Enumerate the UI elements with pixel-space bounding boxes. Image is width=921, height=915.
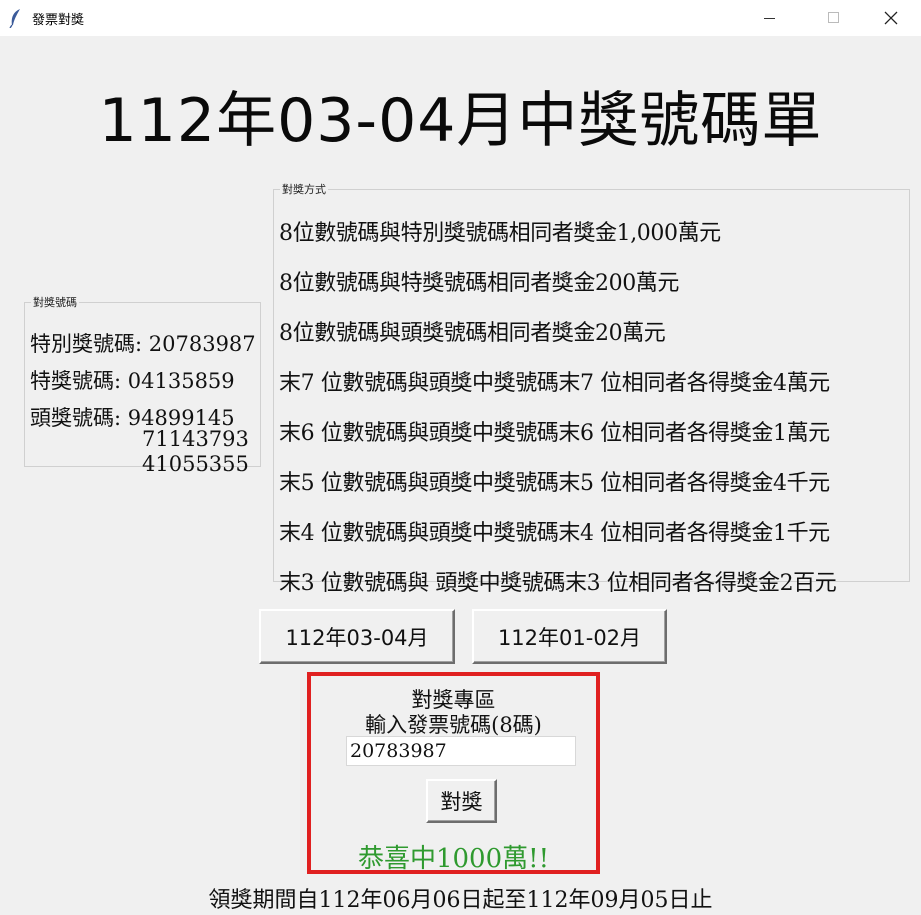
rule-item: 末4 位數號碼與頭獎中獎號碼末4 位相同者各得獎金1千元: [279, 521, 830, 546]
minimize-icon[interactable]: [738, 0, 784, 36]
rule-item: 末3 位數號碼與 頭獎中獎號碼末3 位相同者各得獎金2百元: [279, 571, 837, 596]
first-prize-number: 71143793: [142, 427, 249, 451]
feather-icon: [9, 9, 20, 28]
period-button-112-03-04[interactable]: 112年03-04月: [259, 609, 455, 664]
special-prize-row: 特別獎號碼: 20783987: [30, 328, 256, 358]
prize-rules-legend: 對獎方式: [282, 183, 326, 196]
period-button-112-01-02[interactable]: 112年01-02月: [472, 609, 667, 664]
rule-item: 8位數號碼與特獎號碼相同者獎金200萬元: [279, 271, 679, 296]
rule-item: 末6 位數號碼與頭獎中獎號碼末6 位相同者各得獎金1萬元: [279, 421, 830, 446]
check-area-prompt: 輸入發票號碼(8碼): [365, 713, 542, 737]
special-prize-label: 特別獎號碼:: [30, 332, 143, 356]
winning-numbers-group: 對獎號碼 特別獎號碼: 20783987 特獎號碼: 04135859 頭獎號碼…: [24, 294, 261, 476]
rule-item: 末5 位數號碼與頭獎中獎號碼末5 位相同者各得獎金4千元: [279, 471, 830, 496]
first-prize-label: 頭獎號碼:: [30, 406, 122, 430]
first-prize-number: 41055355: [142, 452, 249, 476]
invoice-number-input[interactable]: [346, 736, 576, 766]
grand-prize-number: 04135859: [127, 369, 235, 393]
rule-item: 8位數號碼與頭獎號碼相同者獎金20萬元: [279, 321, 666, 346]
grand-prize-label: 特獎號碼:: [30, 369, 122, 393]
check-button[interactable]: 對獎: [426, 779, 497, 823]
prize-rules-group: 對獎方式 8位數號碼與特別獎號碼相同者獎金1,000萬元 8位數號碼與特獎號碼相…: [273, 181, 910, 596]
page-title: 112年03-04月中獎號碼單: [98, 86, 823, 156]
window-title: 發票對獎: [32, 13, 85, 28]
window-titlebar[interactable]: 發票對獎: [0, 0, 921, 36]
check-area: 對獎專區 輸入發票號碼(8碼) 對獎 恭喜中1000萬!!: [307, 672, 600, 874]
maximize-icon[interactable]: [806, 0, 852, 36]
rule-item: 8位數號碼與特別獎號碼相同者獎金1,000萬元: [279, 221, 721, 246]
result-message: 恭喜中1000萬!!: [357, 844, 550, 874]
special-prize-number: 20783987: [148, 332, 256, 356]
winning-numbers-legend: 對獎號碼: [33, 296, 77, 309]
close-icon[interactable]: [866, 0, 912, 36]
rule-item: 末7 位數號碼與頭獎中獎號碼末7 位相同者各得獎金4萬元: [279, 371, 830, 396]
grand-prize-row: 特獎號碼: 04135859: [30, 365, 235, 395]
claim-period-text: 領獎期間自112年06月06日起至112年09月05日止: [208, 888, 713, 913]
